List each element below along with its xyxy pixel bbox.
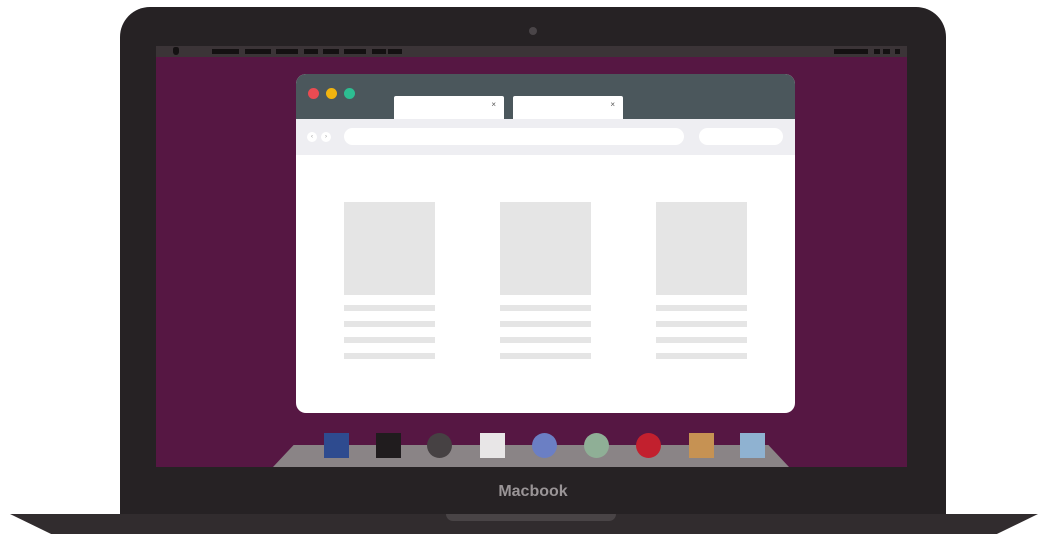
card-thumbnail [344,202,435,295]
card-thumbnail [656,202,747,295]
brand-label: Macbook [498,483,568,500]
browser-tab[interactable]: × [513,96,623,119]
browser-window: × × ‹ › [296,74,795,413]
text-placeholder-line [344,337,435,343]
light-blue-square-icon[interactable] [740,433,765,458]
window-titlebar[interactable]: × × [296,74,795,119]
blue-circle-icon[interactable] [532,433,557,458]
red-circle-icon[interactable] [636,433,661,458]
menu-item[interactable] [372,49,386,54]
forward-button[interactable]: › [321,132,331,142]
status-clock[interactable] [834,49,868,54]
address-bar[interactable] [344,128,684,145]
apple-menu-icon[interactable] [173,47,179,55]
white-square-icon[interactable] [480,433,505,458]
dark-circle-icon[interactable] [427,433,452,458]
menu-item[interactable] [344,49,366,54]
tab-close-icon[interactable]: × [610,100,615,110]
menu-item[interactable] [212,49,239,54]
search-field[interactable] [699,128,783,145]
text-placeholder-line [656,353,747,359]
browser-toolbar: ‹ › [296,119,795,155]
screen: × × ‹ › [156,46,907,467]
text-placeholder-line [500,305,591,311]
black-square-icon[interactable] [376,433,401,458]
menu-item[interactable] [245,49,271,54]
browser-tab[interactable]: × [394,96,504,119]
text-placeholder-line [500,337,591,343]
blue-square-icon[interactable] [324,433,349,458]
text-placeholder-line [656,321,747,327]
back-button[interactable]: ‹ [307,132,317,142]
content-card[interactable] [500,202,591,359]
menu-item[interactable] [323,49,339,54]
text-placeholder-line [344,353,435,359]
status-icon[interactable] [883,49,890,54]
maximize-window-button[interactable] [344,88,355,99]
menu-item[interactable] [388,49,402,54]
card-thumbnail [500,202,591,295]
camera [529,27,537,35]
orange-square-icon[interactable] [689,433,714,458]
status-icon[interactable] [895,49,900,54]
text-placeholder-line [500,353,591,359]
status-icon[interactable] [874,49,880,54]
text-placeholder-line [656,305,747,311]
content-card[interactable] [656,202,747,359]
menu-bar [156,46,907,57]
close-window-button[interactable] [308,88,319,99]
tab-close-icon[interactable]: × [491,100,496,110]
text-placeholder-line [500,321,591,327]
menu-item[interactable] [276,49,298,54]
green-circle-icon[interactable] [584,433,609,458]
laptop-notch [446,514,616,521]
text-placeholder-line [344,305,435,311]
menu-item[interactable] [304,49,318,54]
text-placeholder-line [344,321,435,327]
content-card[interactable] [344,202,435,359]
text-placeholder-line [656,337,747,343]
minimize-window-button[interactable] [326,88,337,99]
